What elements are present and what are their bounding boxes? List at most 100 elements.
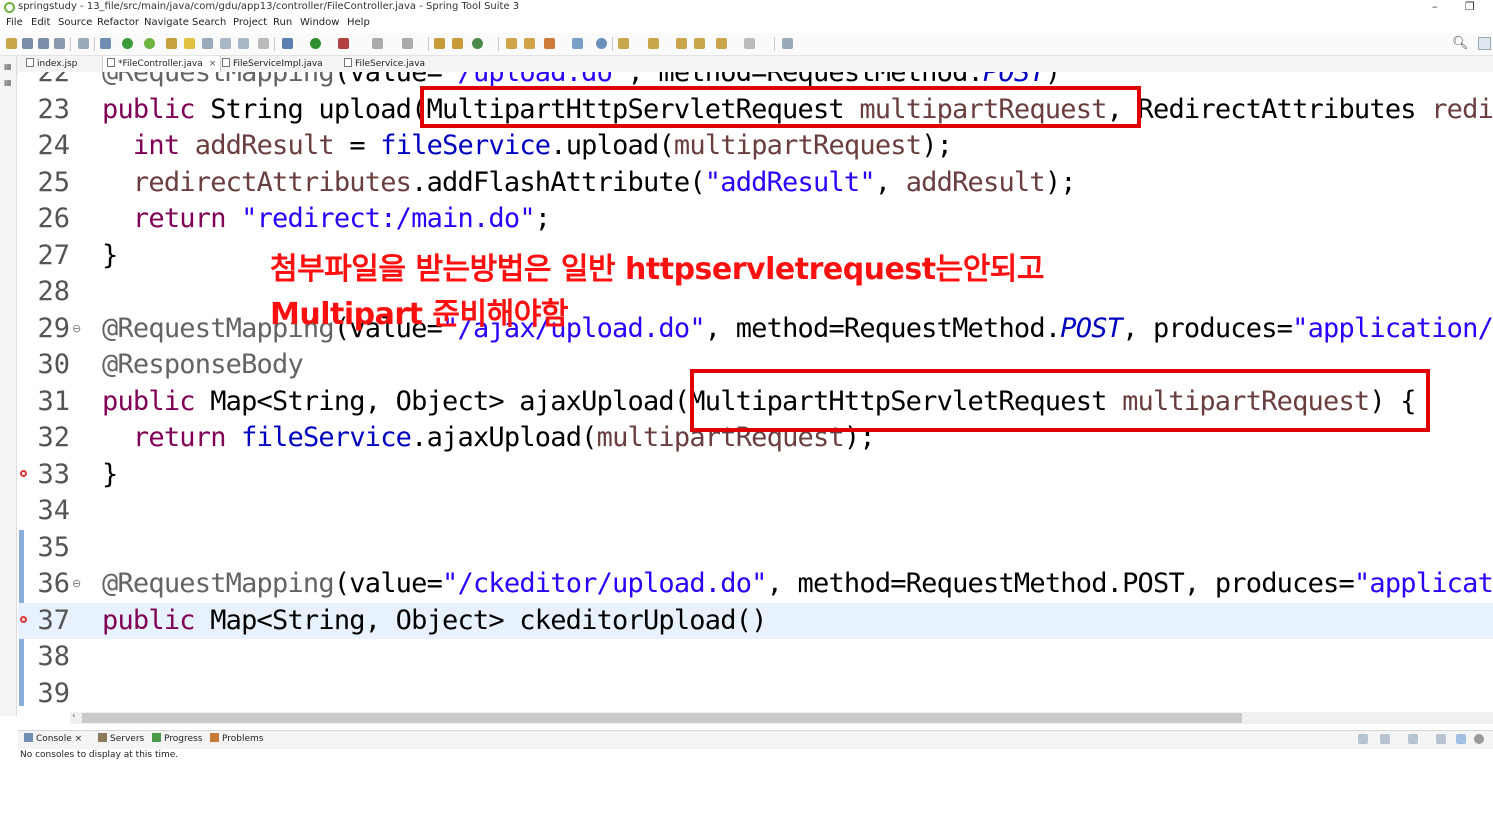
code-text[interactable]: public Map<String, Object> ckeditorUploa… bbox=[102, 603, 767, 639]
new-icon[interactable] bbox=[6, 38, 17, 49]
console-icon[interactable] bbox=[78, 38, 89, 49]
fold-toggle-icon[interactable]: ⊖ bbox=[72, 566, 81, 602]
scroll-left-icon[interactable]: ‹ bbox=[72, 711, 76, 721]
code-line[interactable]: 36 ⊖ @RequestMapping(value="/ckeditor/uplo… bbox=[18, 566, 1493, 602]
tab-fileservice-java[interactable]: FileService.java bbox=[344, 56, 425, 72]
line-number[interactable]: 31 bbox=[24, 384, 70, 420]
skip-breakpoints-icon[interactable] bbox=[100, 38, 111, 49]
line-number[interactable]: 39 bbox=[24, 676, 70, 712]
close-icon[interactable]: × bbox=[75, 734, 83, 744]
tab-servers[interactable]: Servers bbox=[98, 733, 144, 744]
code-text[interactable]: } bbox=[102, 238, 118, 274]
code-text[interactable]: return "redirect:/main.do"; bbox=[102, 201, 551, 237]
line-number[interactable]: 24 bbox=[24, 128, 70, 164]
tab-filecontroller-java[interactable]: *FileController.java × bbox=[102, 56, 222, 72]
minimize-view-icon[interactable] bbox=[1436, 734, 1446, 744]
menu-refactor[interactable]: Refactor bbox=[97, 17, 139, 28]
word-wrap-icon[interactable] bbox=[202, 38, 213, 49]
line-number[interactable]: 36 bbox=[24, 566, 70, 602]
fold-toggle-icon[interactable]: ⊖ bbox=[72, 311, 81, 347]
menu-run[interactable]: Run bbox=[273, 17, 292, 28]
java-perspective-icon[interactable] bbox=[1478, 37, 1491, 50]
restore-button[interactable]: ❐ bbox=[1465, 0, 1475, 13]
minimize-button[interactable]: – bbox=[1432, 0, 1438, 13]
new-class-icon[interactable] bbox=[472, 38, 483, 49]
line-number[interactable]: 25 bbox=[24, 165, 70, 201]
show-whitespace-icon[interactable] bbox=[238, 38, 249, 49]
display-console-icon[interactable] bbox=[1380, 734, 1390, 744]
line-number[interactable]: 30 bbox=[24, 347, 70, 383]
forward-back-icon[interactable] bbox=[716, 38, 727, 49]
code-line[interactable]: 37 public Map<String, Object> ckeditorUpl… bbox=[18, 602, 1493, 639]
print-icon[interactable] bbox=[54, 38, 65, 49]
web-browser-icon[interactable] bbox=[596, 38, 607, 49]
menu-help[interactable]: Help bbox=[347, 17, 370, 28]
menu-source[interactable]: Source bbox=[58, 17, 92, 28]
new-package-icon[interactable] bbox=[452, 38, 463, 49]
last-edit-icon[interactable] bbox=[676, 38, 687, 49]
save-icon[interactable] bbox=[22, 38, 33, 49]
package-explorer-icon[interactable]: ▦ bbox=[4, 62, 12, 71]
menu-edit[interactable]: Edit bbox=[31, 17, 50, 28]
line-number[interactable]: 26 bbox=[24, 201, 70, 237]
close-icon[interactable]: × bbox=[209, 59, 217, 69]
code-text[interactable]: @ResponseBody bbox=[102, 347, 304, 383]
code-text[interactable]: @RequestMapping(value="/ckeditor/upload.… bbox=[102, 566, 1493, 602]
scrollbar-thumb[interactable] bbox=[82, 713, 1242, 723]
outline-icon[interactable]: ▦ bbox=[4, 78, 12, 87]
code-line[interactable]: 24 int addResult = fileService.upload(mu… bbox=[18, 128, 1493, 164]
line-number[interactable]: 32 bbox=[24, 420, 70, 456]
back-icon[interactable] bbox=[694, 38, 705, 49]
error-marker-icon[interactable] bbox=[20, 615, 27, 623]
line-number[interactable]: 28 bbox=[24, 274, 70, 310]
external-tools-icon[interactable] bbox=[338, 38, 349, 49]
line-number[interactable]: 33 bbox=[24, 457, 70, 493]
search-icon[interactable]: 🔍︎ bbox=[1452, 36, 1469, 51]
open-console-icon[interactable] bbox=[1408, 734, 1418, 744]
line-number[interactable]: 37 bbox=[24, 603, 70, 639]
code-line[interactable]: 34 bbox=[18, 493, 1493, 529]
previous-annotation-icon[interactable] bbox=[648, 38, 659, 49]
tab-index-jsp[interactable]: index.jsp bbox=[26, 56, 77, 72]
tab-progress[interactable]: Progress bbox=[152, 733, 202, 744]
menu-search[interactable]: Search bbox=[192, 17, 226, 28]
open-folder-icon[interactable] bbox=[506, 38, 517, 49]
pin-console-icon[interactable] bbox=[1358, 734, 1368, 744]
line-number[interactable]: 23 bbox=[24, 92, 70, 128]
menu-project[interactable]: Project bbox=[233, 17, 267, 28]
debug-icon[interactable] bbox=[282, 38, 293, 49]
line-number[interactable]: 27 bbox=[24, 238, 70, 274]
block-select-icon[interactable] bbox=[220, 38, 231, 49]
line-number[interactable]: 38 bbox=[24, 639, 70, 675]
annotation-icon[interactable] bbox=[544, 38, 555, 49]
save-all-icon[interactable] bbox=[38, 38, 49, 49]
code-line[interactable]: 39 bbox=[18, 676, 1493, 712]
new-java-project-icon[interactable] bbox=[434, 38, 445, 49]
mark-occurrences-icon[interactable] bbox=[184, 38, 195, 49]
line-number[interactable]: 29 bbox=[24, 311, 70, 347]
tab-problems[interactable]: Problems bbox=[210, 733, 263, 744]
run-icon[interactable] bbox=[310, 38, 321, 49]
menu-window[interactable]: Window bbox=[300, 17, 339, 28]
deploy-icon[interactable] bbox=[402, 38, 413, 49]
coverage-icon[interactable] bbox=[372, 38, 383, 49]
maximize-view-icon[interactable] bbox=[1456, 734, 1466, 744]
menu-file[interactable]: File bbox=[6, 17, 23, 28]
code-line[interactable]: 33} bbox=[18, 457, 1493, 493]
error-marker-icon[interactable] bbox=[20, 469, 27, 477]
next-annotation-icon[interactable] bbox=[618, 38, 629, 49]
code-line[interactable]: 26 return "redirect:/main.do"; bbox=[18, 201, 1493, 237]
code-line[interactable]: 25 redirectAttributes.addFlashAttribute(… bbox=[18, 165, 1493, 201]
line-number[interactable]: 34 bbox=[24, 493, 70, 529]
code-line[interactable]: 35 bbox=[18, 530, 1493, 566]
code-text[interactable]: redirectAttributes.addFlashAttribute("ad… bbox=[102, 165, 1077, 201]
open-task-icon[interactable] bbox=[524, 38, 535, 49]
refresh-icon[interactable] bbox=[144, 38, 155, 49]
code-text[interactable]: int addResult = fileService.upload(multi… bbox=[102, 128, 953, 164]
menu-navigate[interactable]: Navigate bbox=[144, 17, 189, 28]
pilcrow-icon[interactable] bbox=[258, 38, 269, 49]
code-line[interactable]: 29 ⊖ @RequestMapping(value="/ajax/upload.d… bbox=[18, 311, 1493, 347]
line-number[interactable]: 22 bbox=[24, 72, 70, 91]
tab-fileserviceimpl-java[interactable]: FileServiceImpl.java bbox=[222, 56, 323, 72]
open-type-icon[interactable] bbox=[166, 38, 177, 49]
